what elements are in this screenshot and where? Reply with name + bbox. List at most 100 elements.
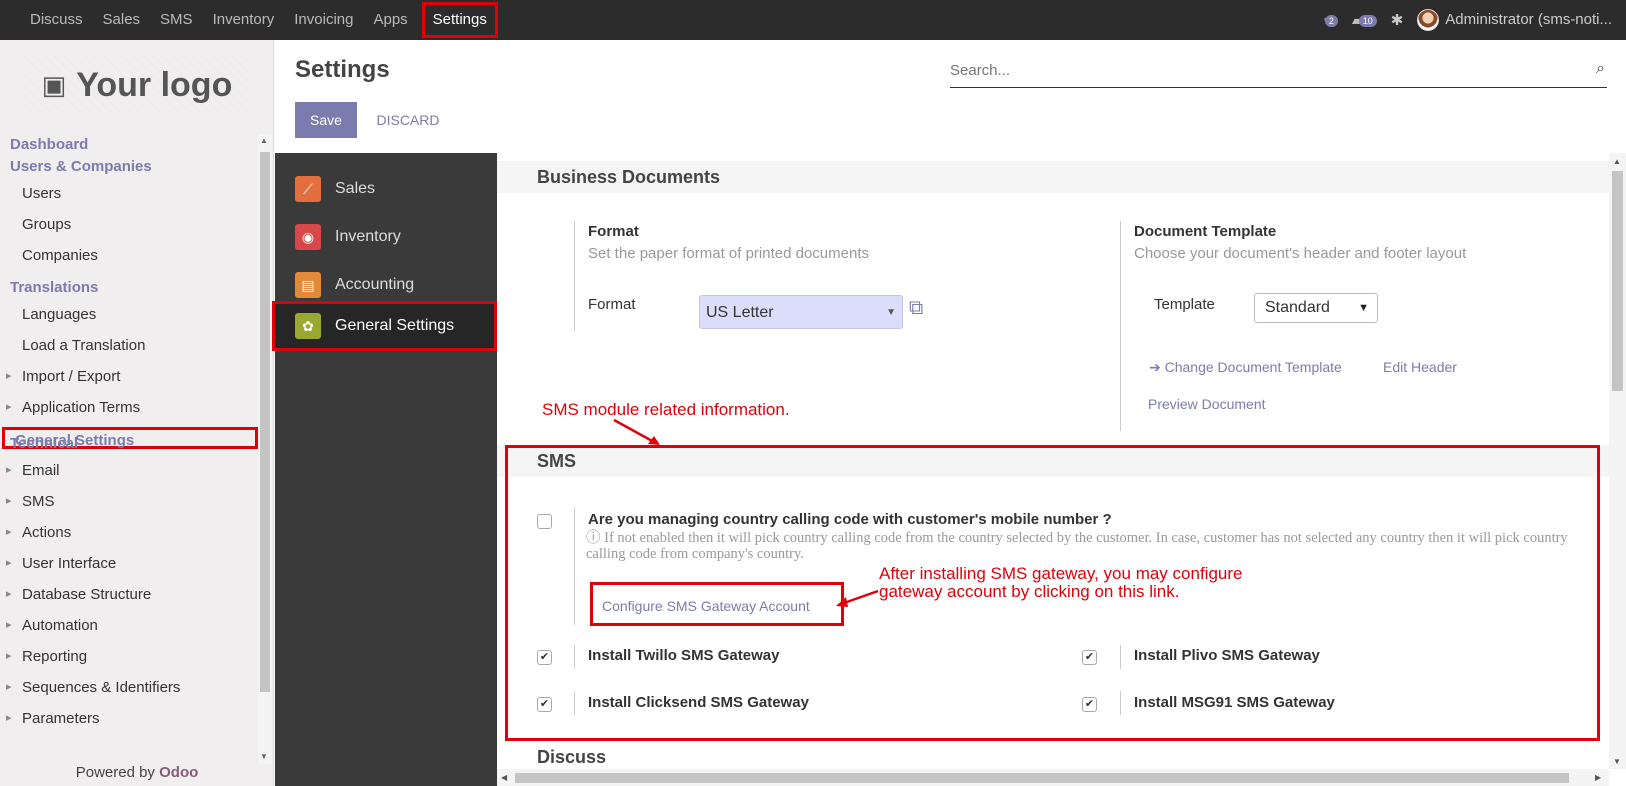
sidebar-item-email[interactable]: Email	[0, 455, 258, 486]
systray: ◔2 ▰10 ✱ Administrator (sms-noti...	[1320, 0, 1612, 40]
sidebar-item-actions[interactable]: Actions	[0, 517, 258, 548]
settings-sidebar: ▣ Your logo Dashboard Users & Companies U…	[0, 40, 274, 786]
top-navbar: Discuss Sales SMS Inventory Invoicing Ap…	[0, 0, 1626, 40]
menu-invoicing[interactable]: Invoicing	[284, 0, 363, 40]
activity-button[interactable]: ▰10	[1352, 12, 1377, 29]
sidebar-item-languages[interactable]: Languages	[0, 299, 258, 330]
format-field-label: Format	[588, 296, 636, 313]
sidebar-item-database-structure[interactable]: Database Structure	[0, 579, 258, 610]
search-input[interactable]	[950, 56, 1570, 84]
sms-info-annotation: SMS module related information.	[542, 400, 790, 419]
business-documents-heading: Business Documents	[497, 161, 1609, 193]
scroll-left-icon[interactable]: ◀	[501, 773, 507, 782]
divider	[574, 221, 575, 331]
search-icon[interactable]: ⌕	[1596, 60, 1605, 78]
scroll-down-icon[interactable]: ▼	[260, 752, 268, 761]
template-select[interactable]: Standard ▼	[1254, 293, 1378, 323]
odoo-link[interactable]: Odoo	[159, 764, 198, 781]
page-title: Settings	[295, 56, 390, 83]
divider	[1120, 221, 1121, 431]
scroll-up-icon[interactable]: ▲	[1613, 157, 1621, 166]
accounting-document-icon: ▤	[295, 272, 321, 298]
menu-discuss[interactable]: Discuss	[20, 0, 93, 40]
content-vertical-scrollbar[interactable]: ▲ ▼	[1609, 153, 1626, 769]
app-item-inventory[interactable]: ◉ Inventory	[275, 213, 497, 261]
template-value: Standard	[1265, 299, 1330, 316]
sidebar-item-automation[interactable]: Automation	[0, 610, 258, 641]
format-description: Set the paper format of printed document…	[588, 245, 869, 262]
content-horizontal-scrollbar[interactable]: ◀ ▶	[497, 769, 1609, 786]
app-item-sales[interactable]: ⟋ Sales	[275, 165, 497, 213]
avatar	[1417, 9, 1440, 31]
chat-count-badge: 2	[1324, 15, 1338, 28]
sidebar-item-import-export[interactable]: Import / Export	[0, 361, 258, 392]
sidebar-item-sequences[interactable]: Sequences & Identifiers	[0, 672, 258, 703]
sidebar-item-application-terms[interactable]: Application Terms	[0, 392, 258, 423]
discuss-heading: Discuss	[497, 741, 1609, 769]
activity-count-badge: 10	[1358, 14, 1377, 27]
menu-inventory[interactable]: Inventory	[203, 0, 285, 40]
company-logo[interactable]: ▣ Your logo	[24, 56, 250, 114]
scroll-up-icon[interactable]: ▲	[260, 136, 268, 145]
sidebar-item-groups[interactable]: Groups	[0, 209, 258, 240]
discard-button[interactable]: DISCARD	[360, 102, 456, 138]
gateway-annotation-line1: After installing SMS gateway, you may co…	[879, 564, 1243, 583]
horizontal-scroll-thumb[interactable]	[515, 773, 1569, 783]
sidebar-item-parameters[interactable]: Parameters	[0, 703, 258, 734]
sales-chart-icon: ⟋	[295, 176, 321, 202]
annotation-arrow	[613, 418, 660, 445]
sidebar-item-dashboard[interactable]: Dashboard	[0, 134, 258, 156]
sidebar-scroll-thumb[interactable]	[260, 152, 270, 692]
user-name: Administrator (sms-noti...	[1445, 10, 1612, 28]
scroll-down-icon[interactable]: ▼	[1613, 757, 1621, 766]
app-item-general-settings[interactable]: ✿ General Settings	[272, 301, 497, 351]
powered-by-prefix: Powered by	[75, 764, 155, 781]
gateway-annotation-line2: gateway account by clicking on this link…	[879, 582, 1180, 601]
menu-sales[interactable]: Sales	[93, 0, 151, 40]
caret-down-icon: ▼	[1358, 302, 1369, 314]
menu-settings[interactable]: Settings	[421, 2, 498, 38]
sidebar-scrollbar[interactable]: ▲ ▼	[258, 134, 272, 764]
main-menu: Discuss Sales SMS Inventory Invoicing Ap…	[20, 0, 498, 40]
app-label-accounting: Accounting	[335, 276, 415, 293]
template-field-label: Template	[1154, 296, 1215, 313]
logo-text: Your logo	[76, 65, 233, 104]
external-link-icon[interactable]: ⧉	[909, 297, 923, 320]
change-document-template-text: Change Document Template	[1164, 359, 1342, 375]
debug-bug-icon[interactable]: ✱	[1391, 11, 1404, 29]
document-template-description: Choose your document's header and footer…	[1134, 245, 1467, 262]
app-label-inventory: Inventory	[335, 228, 401, 245]
sidebar-item-load-translation[interactable]: Load a Translation	[0, 330, 258, 361]
configure-link-highlight	[590, 582, 844, 626]
preview-document-link[interactable]: Preview Document	[1148, 396, 1266, 412]
menu-sms[interactable]: SMS	[150, 0, 203, 40]
sidebar-menu: Dashboard Users & Companies Users Groups…	[0, 134, 258, 754]
caret-down-icon: ▼	[886, 307, 896, 318]
menu-apps[interactable]: Apps	[363, 0, 417, 40]
sidebar-item-companies[interactable]: Companies	[0, 240, 258, 271]
scroll-right-icon[interactable]: ▶	[1595, 773, 1601, 782]
paper-format-value: US Letter	[706, 304, 774, 321]
app-label-general-settings: General Settings	[335, 317, 455, 334]
edit-header-link[interactable]: Edit Header	[1383, 359, 1457, 375]
sidebar-item-reporting[interactable]: Reporting	[0, 641, 258, 672]
chat-button[interactable]: ◔2	[1320, 12, 1338, 28]
arrow-right-icon: ➔	[1149, 359, 1165, 375]
change-document-template-link[interactable]: ➔ Change Document Template	[1149, 359, 1342, 376]
powered-by: Powered by Odoo	[0, 764, 274, 781]
app-label-sales: Sales	[335, 180, 376, 197]
paper-format-select[interactable]: US Letter ▼	[699, 295, 903, 329]
camera-icon: ▣	[41, 69, 67, 100]
sidebar-item-sms[interactable]: SMS	[0, 486, 258, 517]
gear-icon: ✿	[295, 313, 321, 339]
format-label: Format	[588, 223, 639, 240]
content-scroll-thumb[interactable]	[1612, 171, 1623, 391]
search-bar: ⌕	[950, 56, 1607, 88]
sidebar-item-user-interface[interactable]: User Interface	[0, 548, 258, 579]
document-template-label: Document Template	[1134, 223, 1277, 240]
user-menu[interactable]: Administrator (sms-noti...	[1417, 9, 1612, 31]
sidebar-section-translations[interactable]: Translations	[0, 277, 258, 299]
sidebar-section-users-companies[interactable]: Users & Companies	[0, 156, 258, 178]
save-button[interactable]: Save	[295, 102, 357, 138]
sidebar-item-users[interactable]: Users	[0, 178, 258, 209]
